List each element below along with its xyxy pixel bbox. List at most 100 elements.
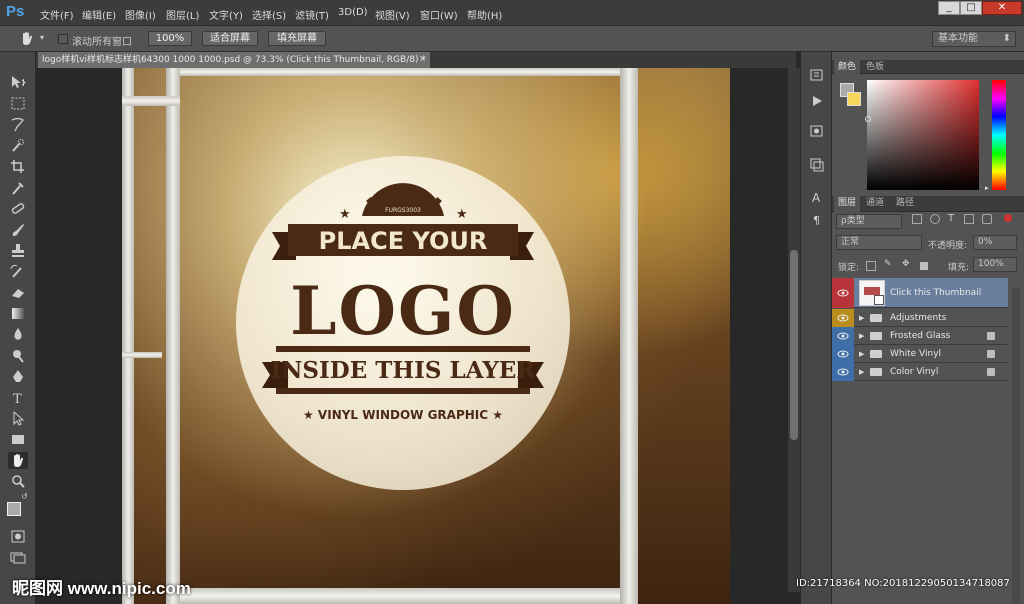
opacity-input[interactable]: 0% [973,235,1017,250]
expand-arrow-icon[interactable]: ▶ [859,350,864,358]
layer-visibility-toggle[interactable] [832,327,854,345]
layer-visibility-toggle[interactable] [832,345,854,363]
gradient-tool-icon[interactable] [8,305,28,322]
tab-layers[interactable]: 图层 [834,196,861,212]
panel-background-swatch[interactable] [847,92,861,106]
menu-view[interactable]: 视图(V) [375,7,410,22]
layer-row-adjustments[interactable]: ▶ Adjustments [832,309,1008,327]
rectangle-tool-icon[interactable] [8,431,28,448]
clone-stamp-tool-icon[interactable] [8,242,28,259]
layer-visibility-toggle[interactable] [832,278,854,308]
path-selection-tool-icon[interactable] [8,410,28,427]
marquee-tool-icon[interactable] [8,95,28,112]
layer-visibility-toggle[interactable] [832,363,854,381]
zoom-100-button[interactable]: 100% [148,31,192,46]
layer-row-thumbnail[interactable]: Click this Thumbnail [832,278,1008,308]
tab-swatches[interactable]: 色板 [862,60,888,74]
dodge-tool-icon[interactable] [8,347,28,364]
actions-panel-icon[interactable] [809,94,825,108]
menu-help[interactable]: 帮助(H) [467,7,502,22]
lock-all-icon[interactable] [920,262,928,270]
maximize-button[interactable]: □ [960,1,982,15]
swap-colors-icon[interactable]: ↺ [21,492,28,501]
menu-edit[interactable]: 编辑(E) [82,7,116,22]
scroll-all-windows-checkbox[interactable] [58,34,68,44]
layer-visibility-toggle[interactable] [832,309,854,327]
character-panel-icon[interactable]: A [809,190,825,205]
zoom-tool-icon[interactable] [8,473,28,490]
hand-tool-icon[interactable] [8,452,28,469]
brush-presets-panel-icon[interactable] [809,158,825,172]
menu-filter[interactable]: 滤镜(T) [295,7,329,22]
layer-row-white-vinyl[interactable]: ▶ White Vinyl [832,345,1008,363]
color-swatches[interactable]: ↺ [7,492,31,524]
foreground-color-swatch[interactable] [7,502,21,516]
filter-adjustment-icon[interactable] [930,214,940,224]
layer-thumbnail[interactable] [859,280,885,306]
canvas-area[interactable]: FURGS3003 ★ ★ PLACE YOUR LOGO INSIDE THI… [36,68,796,604]
layer-row-frosted-glass[interactable]: ▶ Frosted Glass [832,327,1008,345]
pen-tool-icon[interactable] [8,368,28,385]
eyedropper-tool-icon[interactable] [8,179,28,196]
tab-color[interactable]: 颜色 [834,60,861,74]
color-spectrum-picker[interactable] [867,80,979,190]
brush-tool-icon[interactable] [8,221,28,238]
lasso-tool-icon[interactable] [8,116,28,133]
document-tabs: logo样机vi样机标志样机64300 1000 1000.psd @ 73.3… [36,52,796,68]
fill-input[interactable]: 100% [973,257,1017,272]
lock-transparent-icon[interactable] [866,261,876,271]
menu-type[interactable]: 文字(Y) [209,7,243,22]
crop-tool-icon[interactable] [8,158,28,175]
menu-3d[interactable]: 3D(D) [338,7,368,18]
hue-slider[interactable] [992,80,1006,190]
lock-pixels-icon[interactable]: ✎ [884,259,892,269]
menu-file[interactable]: 文件(F) [40,7,74,22]
document-tab[interactable]: logo样机vi样机标志样机64300 1000 1000.psd @ 73.3… [38,52,430,68]
move-tool-icon[interactable] [8,74,28,91]
quick-mask-icon[interactable] [8,528,28,545]
history-brush-tool-icon[interactable] [8,263,28,280]
layer-row-color-vinyl[interactable]: ▶ Color Vinyl [832,363,1008,381]
eraser-tool-icon[interactable] [8,284,28,301]
close-window-button[interactable]: ✕ [982,1,1022,15]
minimize-button[interactable]: _ [938,1,960,15]
lock-position-icon[interactable]: ✥ [902,259,910,269]
filter-type-icon[interactable]: T [948,213,954,224]
tab-paths[interactable]: 路径 [892,196,918,210]
blend-mode-select[interactable]: 正常 [836,235,922,250]
workspace-select[interactable]: 基本功能 ⬍ [932,31,1016,47]
screen-mode-icon[interactable] [8,549,28,566]
quick-select-tool-icon[interactable] [8,137,28,154]
expand-arrow-icon[interactable]: ▶ [859,332,864,340]
adjustments-panel-icon[interactable] [809,124,825,138]
paragraph-panel-icon[interactable]: ¶ [809,212,825,227]
hue-slider-marker-icon[interactable]: ▸ [985,184,989,192]
filter-shape-icon[interactable] [964,214,974,224]
fit-screen-button[interactable]: 适合屏幕 [202,31,258,46]
history-panel-icon[interactable] [809,68,825,82]
photoshop-logo: Ps [6,3,25,20]
menu-window[interactable]: 窗口(W) [420,7,458,22]
tab-channels[interactable]: 通道 [862,196,888,210]
blur-tool-icon[interactable] [8,326,28,343]
layers-scrollbar[interactable] [1012,288,1020,604]
healing-brush-tool-icon[interactable] [8,200,28,217]
tool-preset-dropdown-icon[interactable]: ▾ [40,33,44,42]
menu-layer[interactable]: 图层(L) [166,7,199,22]
close-document-icon[interactable]: ✕ [419,55,427,65]
svg-text:T: T [13,392,22,406]
filter-smart-object-icon[interactable] [982,214,992,224]
layer-filter-select[interactable]: ρ类型 [836,214,902,229]
color-panel-tabs: 颜色 色板 [832,60,1024,74]
hand-tool-preset-icon[interactable] [18,30,36,47]
filter-pixel-icon[interactable] [912,214,922,224]
fill-screen-button[interactable]: 填充屏幕 [268,31,326,46]
menu-image[interactable]: 图像(I) [125,7,156,22]
menu-select[interactable]: 选择(S) [252,7,286,22]
filter-toggle-icon[interactable] [1004,214,1012,222]
canvas-vertical-scrollbar[interactable] [788,68,800,592]
expand-arrow-icon[interactable]: ▶ [859,314,864,322]
type-tool-icon[interactable]: T [8,389,28,407]
expand-arrow-icon[interactable]: ▶ [859,368,864,376]
scrollbar-thumb[interactable] [790,250,798,440]
